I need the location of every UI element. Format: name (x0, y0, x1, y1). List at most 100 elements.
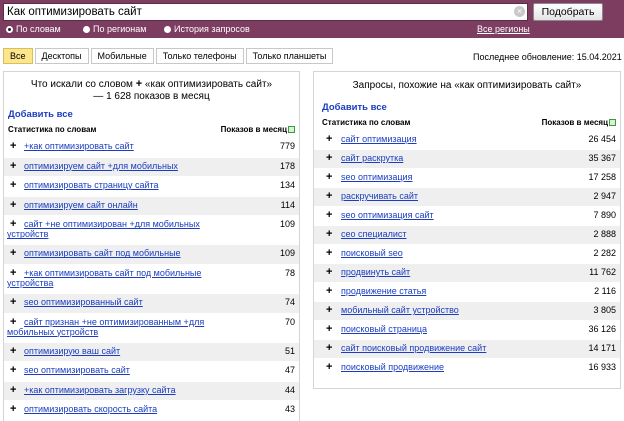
table-row: + сайт +не оптимизирован +для мобильных у… (4, 215, 299, 244)
tab-mobile[interactable]: Мобильные (90, 48, 154, 64)
phrase-link[interactable]: поисковый seo (341, 245, 571, 258)
export-icon[interactable] (288, 126, 295, 133)
search-input[interactable] (4, 4, 509, 20)
phrase-link[interactable]: оптимизируем сайт +для мобильных (24, 158, 254, 171)
phrase-link[interactable]: продвинуть сайт (341, 264, 571, 277)
radio-icon (6, 26, 13, 33)
plus-icon[interactable]: + (10, 248, 16, 259)
table-row: + сео специалист 2 888 (314, 225, 620, 244)
phrase-link[interactable]: сайт +не оптимизирован +для мобильных ус… (7, 216, 217, 239)
plus-icon[interactable]: + (326, 248, 332, 259)
phrase-link[interactable]: +как оптимизировать сайт (24, 138, 254, 151)
plus-icon[interactable]: + (10, 219, 16, 230)
phrase-link[interactable]: поисковый страница (341, 321, 571, 334)
phrase-link[interactable]: seo оптимизация сайт (341, 207, 571, 220)
table-row: + продвижение статья 2 116 (314, 282, 620, 301)
impressions-count: 70 (284, 316, 295, 327)
phrase-link[interactable]: оптимизируем сайт онлайн (24, 197, 254, 210)
table-row: + продвинуть сайт 11 762 (314, 263, 620, 282)
plus-icon[interactable]: + (326, 172, 332, 183)
plus-icon[interactable]: + (10, 316, 16, 328)
plus-icon[interactable]: + (326, 362, 332, 373)
clear-icon[interactable]: × (514, 6, 525, 17)
tab-desktops[interactable]: Десктопы (34, 48, 89, 64)
tab-all[interactable]: Все (3, 48, 33, 64)
mode-label: По словам (16, 24, 61, 34)
plus-icon[interactable]: + (326, 153, 332, 164)
phrase-link[interactable]: +как оптимизировать сайт под мобильные у… (7, 265, 217, 288)
mode-label: История запросов (174, 24, 250, 34)
phrase-link[interactable]: сайт поисковый продвижение сайт (341, 340, 571, 353)
table-row: + оптимизируем сайт +для мобильных 178 (4, 156, 299, 177)
tab-phones-only[interactable]: Только телефоны (155, 48, 244, 64)
plus-icon[interactable]: + (10, 404, 16, 415)
phrase-link[interactable]: оптимизировать страницу сайта (24, 177, 254, 190)
all-regions-link[interactable]: Все регионы (477, 24, 530, 34)
table-row: + seo оптимизация 17 258 (314, 168, 620, 187)
plus-icon[interactable]: + (10, 267, 16, 279)
plus-icon[interactable]: + (326, 324, 332, 335)
plus-icon[interactable]: + (326, 134, 332, 145)
similar-queries-panel: Запросы, похожие на «как оптимизировать … (313, 71, 621, 389)
phrase-link[interactable]: мобильный сайт устройство (341, 302, 571, 315)
plus-icon[interactable]: + (10, 160, 16, 172)
table-row: + сайт поисковый продвижение сайт 14 171 (314, 339, 620, 358)
add-all-link[interactable]: Добавить все (4, 109, 299, 120)
tab-tablets-only[interactable]: Только планшеты (245, 48, 334, 64)
phrase-link[interactable]: сео специалист (341, 226, 571, 239)
plus-icon[interactable]: + (326, 267, 332, 278)
plus-icon[interactable]: + (10, 141, 16, 152)
plus-icon[interactable]: + (326, 191, 332, 202)
table-row: + +как оптимизировать сайт 779 (4, 137, 299, 157)
plus-icon[interactable]: + (10, 365, 16, 376)
phrase-link[interactable]: поисковый продвижение (341, 359, 571, 372)
impressions-count: 26 454 (588, 134, 616, 144)
impressions-count: 3 805 (593, 305, 616, 315)
phrase-link[interactable]: сайт оптимизация (341, 131, 571, 144)
plus-icon[interactable]: + (10, 345, 16, 357)
table-row: + поисковый страница 36 126 (314, 320, 620, 339)
phrase-link[interactable]: оптимизировать сайт под мобильные (24, 245, 254, 258)
phrase-link[interactable]: seo оптимизация (341, 169, 571, 182)
phrase-link[interactable]: оптимизирую ваш сайт (24, 343, 254, 356)
phrase-link[interactable]: +как оптимизировать загрузку сайта (24, 382, 254, 395)
plus-icon[interactable]: + (10, 384, 16, 396)
plus-icon[interactable]: + (10, 199, 16, 211)
impressions-count: 14 171 (588, 343, 616, 353)
impressions-count: 2 947 (593, 191, 616, 201)
submit-button[interactable]: Подобрать (533, 3, 603, 21)
phrase-link[interactable]: продвижение статья (341, 283, 571, 296)
table-row: + сайт оптимизация 26 454 (314, 130, 620, 149)
table-row: + оптимизировать скорость сайта 43 (4, 400, 299, 420)
plus-icon[interactable]: + (10, 296, 16, 308)
impressions-count: 114 (280, 199, 295, 210)
plus-icon[interactable]: + (10, 180, 16, 191)
col-count-wrap: Показов в месяц (542, 118, 616, 128)
plus-icon[interactable]: + (326, 305, 332, 316)
phrase-link[interactable]: seo оптимизировать сайт (24, 362, 254, 375)
plus-icon[interactable]: + (326, 229, 332, 240)
table-row: + +как оптимизировать сайт под мобильные … (4, 263, 299, 293)
plus-icon[interactable]: + (326, 343, 332, 354)
phrase-link[interactable]: оптимизировать скорость сайта (24, 401, 254, 414)
impressions-count: 109 (279, 219, 295, 230)
export-icon[interactable] (609, 119, 616, 126)
table-row: + мобильный сайт устройство 3 805 (314, 301, 620, 320)
impressions-count: 74 (284, 296, 295, 307)
table-row: + оптимизировать страницу сайта 134 (4, 176, 299, 196)
table-row: + поисковый seo 2 282 (314, 244, 620, 263)
phrase-link[interactable]: сайт раскрутка (341, 150, 571, 163)
phrase-link[interactable]: seo оптимизированный сайт (24, 294, 254, 307)
plus-icon[interactable]: + (326, 210, 332, 221)
phrase-link[interactable]: сайт признан +не оптимизированным +для м… (7, 314, 217, 337)
panel-title-prefix: Что искали со словом (30, 79, 133, 90)
table-row: + оптимизирую ваш сайт 51 (4, 341, 299, 362)
phrase-link[interactable]: раскручивать сайт (341, 188, 571, 201)
table-row: + seo оптимизированный сайт 74 (4, 292, 299, 313)
add-all-link[interactable]: Добавить все (314, 102, 620, 113)
plus-icon[interactable]: + (326, 286, 332, 297)
table-row: + сайт раскрутка 35 367 (314, 149, 620, 168)
mode-radio-regions[interactable]: По регионам (83, 24, 146, 35)
mode-radio-words[interactable]: По словам (6, 24, 61, 35)
mode-radio-history[interactable]: История запросов (164, 24, 250, 35)
